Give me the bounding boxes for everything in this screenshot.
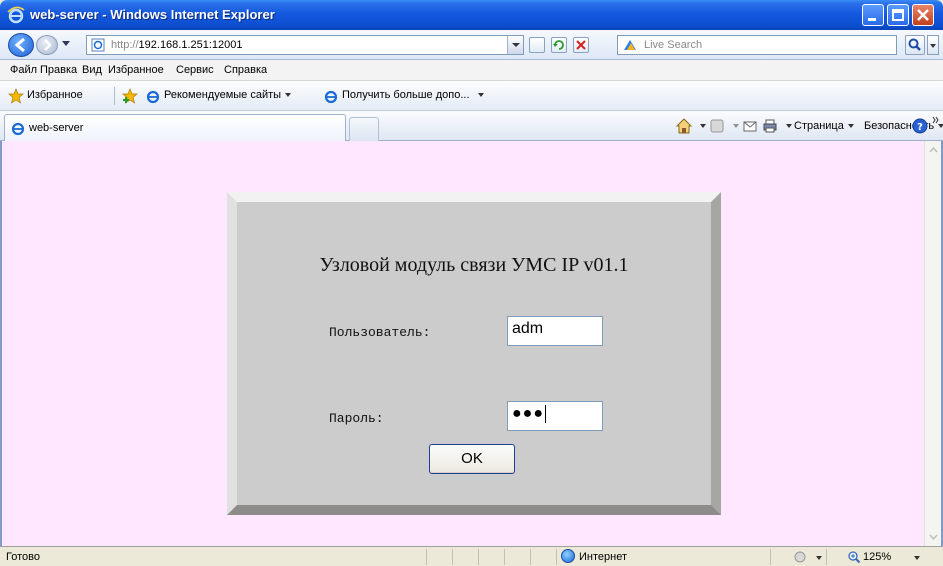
internet-zone-icon xyxy=(561,549,575,563)
mail-icon[interactable] xyxy=(743,119,757,133)
password-label: Пароль: xyxy=(329,411,384,426)
user-input[interactable]: adm xyxy=(507,316,603,346)
ie-page-icon xyxy=(324,90,338,104)
page-icon xyxy=(91,38,105,52)
get-more-addons-link[interactable]: Получить больше допо... xyxy=(342,89,484,101)
tab-web-server[interactable]: web-server xyxy=(4,114,346,141)
menu-tools[interactable]: Сервис xyxy=(176,64,214,76)
zoom-level[interactable]: 125% xyxy=(863,551,891,563)
ok-button[interactable]: OK xyxy=(429,444,515,474)
feeds-icon[interactable] xyxy=(710,119,724,133)
search-options-dropdown[interactable] xyxy=(927,35,939,55)
status-bar: Готово Интернет 125% xyxy=(0,546,943,566)
address-toolbar: http://192.168.1.251:12001 Live Search xyxy=(0,30,943,60)
address-url: http://192.168.1.251:12001 xyxy=(111,39,243,51)
login-title: Узловой модуль связи УМС IP v01.1 xyxy=(319,254,629,276)
scroll-up-button[interactable] xyxy=(926,142,941,158)
menu-bar: Файл Правка Вид Избранное Сервис Справка xyxy=(0,60,943,81)
protected-mode-icon[interactable] xyxy=(793,550,807,564)
search-input[interactable]: Live Search xyxy=(617,35,897,55)
favorites-button[interactable]: Избранное xyxy=(27,89,83,101)
password-input[interactable]: ●●● xyxy=(507,401,603,431)
home-icon[interactable] xyxy=(675,117,693,135)
address-dropdown-button[interactable] xyxy=(507,36,523,54)
ie-page-icon xyxy=(146,90,160,104)
new-tab-button[interactable] xyxy=(349,117,379,141)
title-bar: web-server - Windows Internet Explorer xyxy=(0,0,943,30)
favorites-separator xyxy=(114,87,115,105)
status-divider xyxy=(426,549,427,565)
security-zone: Интернет xyxy=(579,551,627,563)
page-content: Узловой модуль связи УМС IP v01.1 Пользо… xyxy=(0,141,943,546)
menu-file[interactable]: Файл xyxy=(10,64,37,76)
add-favorite-icon[interactable] xyxy=(122,88,138,104)
stop-icon[interactable] xyxy=(573,37,589,53)
search-placeholder: Live Search xyxy=(644,39,703,51)
login-panel: Узловой модуль связи УМС IP v01.1 Пользо… xyxy=(227,192,721,515)
user-label: Пользователь: xyxy=(329,325,431,340)
chevron-more-icon[interactable] xyxy=(932,115,940,125)
search-button[interactable] xyxy=(905,35,925,55)
status-divider xyxy=(478,549,479,565)
print-dropdown-icon[interactable] xyxy=(786,124,792,128)
ie-page-icon xyxy=(11,122,25,136)
close-icon xyxy=(917,9,929,21)
favorites-star-icon xyxy=(8,88,24,104)
back-button[interactable] xyxy=(8,33,34,57)
status-divider xyxy=(452,549,453,565)
history-dropdown-icon[interactable] xyxy=(62,41,70,46)
menu-edit[interactable]: Правка xyxy=(40,64,77,76)
back-arrow-icon xyxy=(14,37,25,53)
minimize-icon xyxy=(868,18,876,21)
login-panel-inner: Узловой модуль связи УМС IP v01.1 Пользо… xyxy=(237,202,711,505)
zoom-dropdown-icon[interactable] xyxy=(914,556,920,560)
compatibility-view-icon[interactable] xyxy=(529,37,545,53)
status-text: Готово xyxy=(6,551,40,563)
refresh-icon[interactable] xyxy=(551,37,567,53)
home-dropdown-icon[interactable] xyxy=(700,124,706,128)
minimize-button[interactable] xyxy=(862,4,884,26)
tab-command-bar: web-server Страница БезопасностьСервис? xyxy=(0,111,943,141)
feeds-dropdown-icon[interactable] xyxy=(733,124,739,128)
svg-text:?: ? xyxy=(917,122,923,133)
zoom-icon[interactable] xyxy=(847,550,861,564)
status-divider xyxy=(556,549,557,565)
forward-button[interactable] xyxy=(36,35,58,55)
close-button[interactable] xyxy=(912,4,934,26)
address-input[interactable]: http://192.168.1.251:12001 xyxy=(86,35,524,55)
tab-label: web-server xyxy=(29,122,84,134)
window-title: web-server - Windows Internet Explorer xyxy=(30,7,275,22)
vertical-scrollbar[interactable] xyxy=(924,141,941,546)
help-icon[interactable]: ? xyxy=(912,118,928,134)
maximize-button[interactable] xyxy=(887,4,909,26)
chevron-down-icon xyxy=(929,534,938,541)
scroll-down-button[interactable] xyxy=(926,529,941,545)
forward-arrow-icon xyxy=(44,39,52,51)
chevron-up-icon xyxy=(929,146,938,153)
ie-logo-icon xyxy=(7,6,25,24)
protected-mode-dropdown-icon[interactable] xyxy=(816,556,822,560)
menu-view[interactable]: Вид xyxy=(82,64,102,76)
page-menu[interactable]: Страница xyxy=(794,120,854,132)
maximize-icon xyxy=(892,9,904,21)
menu-help[interactable]: Справка xyxy=(224,64,267,76)
live-search-icon xyxy=(624,40,636,50)
status-divider xyxy=(770,549,771,565)
recommended-sites-link[interactable]: Рекомендуемые сайты xyxy=(164,89,292,101)
menu-favorites[interactable]: Избранное xyxy=(108,64,164,76)
magnifier-icon xyxy=(908,38,921,51)
favorites-bar: Избранное Рекомендуемые сайты Получить б… xyxy=(0,81,943,111)
status-divider xyxy=(504,549,505,565)
status-divider xyxy=(826,549,827,565)
print-icon[interactable] xyxy=(763,119,777,133)
status-divider xyxy=(530,549,531,565)
